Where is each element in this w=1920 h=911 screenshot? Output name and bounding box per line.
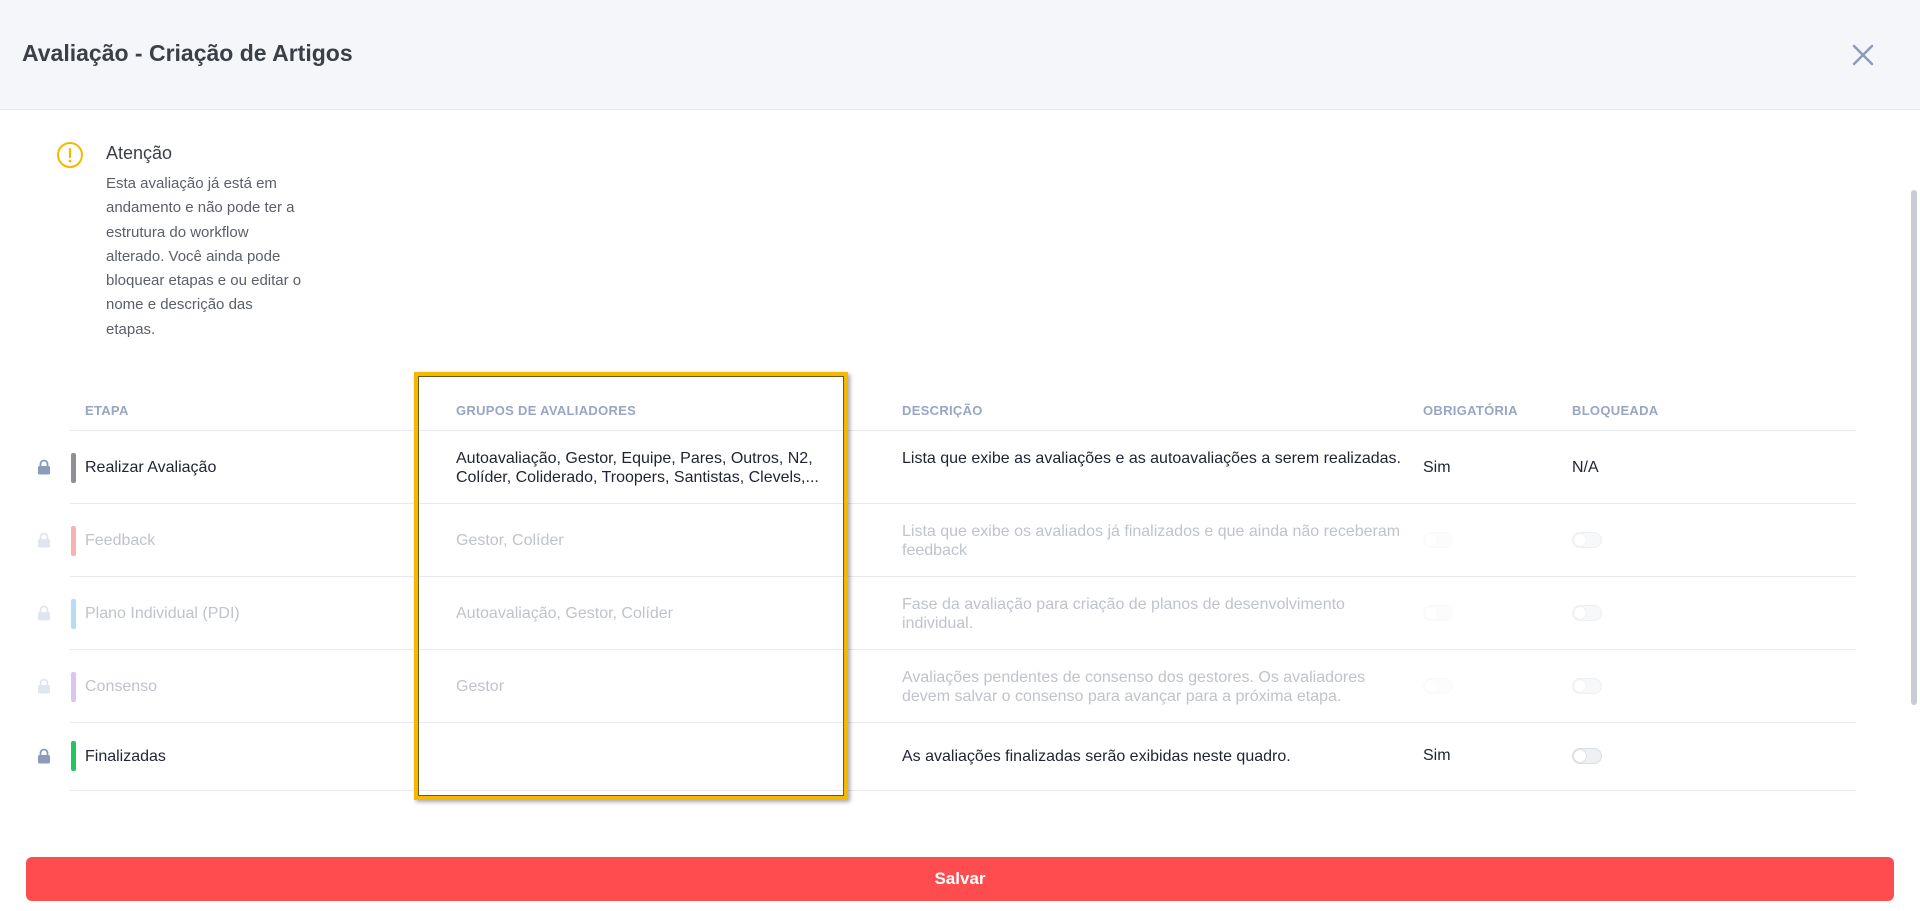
column-header-etapa: ETAPA <box>85 403 129 418</box>
modal-title: Avaliação - Criação de Artigos <box>22 40 353 66</box>
stage-description: Lista que exibe os avaliados já finaliza… <box>902 523 1401 559</box>
stage-color-bar <box>71 741 76 771</box>
stage-color-bar <box>71 453 76 483</box>
stage-groups: Gestor, Colíder <box>456 532 564 549</box>
lock-icon[interactable] <box>37 605 51 621</box>
table-row-consenso[interactable]: Consenso Gestor Avaliações pendentes de … <box>0 650 1900 723</box>
stage-description: Avaliações pendentes de consenso dos ges… <box>902 669 1366 705</box>
column-header-descricao: DESCRIÇÃO <box>902 403 983 418</box>
alert-message: Esta avaliação já está em andamento e nã… <box>106 175 302 338</box>
stage-groups: Autoavaliação, Gestor, Equipe, Pares, Ou… <box>456 450 819 486</box>
lock-icon[interactable] <box>37 459 51 475</box>
required-toggle[interactable] <box>1423 678 1453 694</box>
close-icon <box>1852 44 1874 66</box>
stage-name: Plano Individual (PDI) <box>85 605 240 622</box>
column-header-bloqueada: BLOQUEADA <box>1572 403 1659 418</box>
table-row-realizar-avaliacao[interactable]: Realizar Avaliação Autoavaliação, Gestor… <box>0 431 1900 504</box>
blocked-toggle[interactable] <box>1572 605 1602 621</box>
table-row-finalizadas[interactable]: Finalizadas As avaliações finalizadas se… <box>0 723 1900 790</box>
stage-color-bar <box>71 599 76 629</box>
stage-name: Feedback <box>85 532 156 549</box>
table-row-plano-individual[interactable]: Plano Individual (PDI) Autoavaliação, Ge… <box>0 577 1900 650</box>
stage-groups: Gestor <box>456 678 505 695</box>
column-header-obrigatoria: OBRIGATÓRIA <box>1423 403 1518 418</box>
save-button[interactable]: Salvar <box>26 857 1894 901</box>
warning-icon <box>57 142 83 168</box>
table-row-feedback[interactable]: Feedback Gestor, Colíder Lista que exibe… <box>0 504 1900 577</box>
stage-required: Sim <box>1423 459 1451 476</box>
table-divider <box>70 790 1856 791</box>
stage-color-bar <box>71 672 76 702</box>
stage-description: As avaliações finalizadas serão exibidas… <box>902 748 1291 765</box>
lock-icon[interactable] <box>37 748 51 764</box>
stage-color-bar <box>71 526 76 556</box>
modal-header: Avaliação - Criação de Artigos <box>0 0 1920 110</box>
alert-title: Atenção <box>106 143 173 163</box>
stage-groups: Autoavaliação, Gestor, Colíder <box>456 605 674 622</box>
blocked-toggle[interactable] <box>1572 678 1602 694</box>
stage-required: Sim <box>1423 747 1451 764</box>
stage-name: Consenso <box>85 678 158 695</box>
required-toggle[interactable] <box>1423 605 1453 621</box>
column-header-grupos: GRUPOS DE AVALIADORES <box>456 403 637 418</box>
stage-description: Lista que exibe as avaliações e as autoa… <box>902 450 1401 467</box>
stage-blocked: N/A <box>1572 459 1599 476</box>
stage-name: Finalizadas <box>85 748 166 765</box>
scrollbar-thumb[interactable] <box>1911 190 1917 705</box>
stage-description: Fase da avaliação para criação de planos… <box>902 596 1345 632</box>
blocked-toggle[interactable] <box>1572 748 1602 764</box>
stage-name: Realizar Avaliação <box>85 459 217 476</box>
required-toggle[interactable] <box>1423 532 1453 548</box>
close-button[interactable] <box>1846 38 1880 72</box>
blocked-toggle[interactable] <box>1572 532 1602 548</box>
lock-icon[interactable] <box>37 532 51 548</box>
lock-icon[interactable] <box>37 678 51 694</box>
